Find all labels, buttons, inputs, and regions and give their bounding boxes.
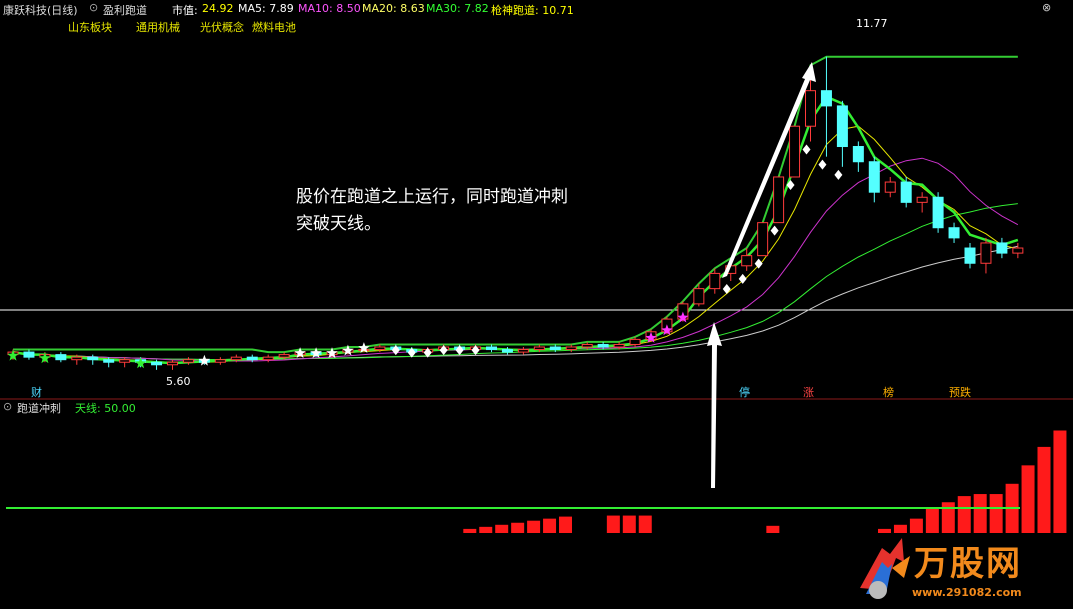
tag-item[interactable]: 光伏概念 — [200, 19, 244, 35]
sprint-bar — [543, 518, 557, 533]
low-price-label: 5.60 — [166, 375, 191, 388]
annotation-text: 股价在跑道之上运行，同时跑道冲刺 突破天线。 — [296, 184, 568, 238]
candle-body — [757, 222, 769, 257]
candle-body — [868, 161, 880, 193]
candle-body — [103, 359, 115, 363]
candle-body — [71, 356, 83, 361]
candle-body — [836, 105, 848, 148]
candle-body — [1012, 247, 1024, 254]
sprint-bar — [606, 515, 620, 533]
market-value-label: 市值: — [172, 4, 198, 17]
ma10-value: MA10: 8.50 — [298, 2, 361, 15]
close-icon[interactable]: ⊗ — [1042, 1, 1051, 14]
candle-body — [693, 288, 705, 305]
price-chart: 11.77 5.60 — [0, 0, 1073, 609]
watermark-url: www.291082.com — [912, 586, 1022, 599]
sprint-bar — [766, 525, 780, 533]
candle-body — [246, 356, 258, 361]
candle-body — [55, 354, 67, 361]
sprint-bar — [622, 515, 636, 533]
chevron-down-icon[interactable]: ⊙ — [3, 400, 12, 413]
candle-body — [996, 242, 1008, 254]
high-price-label: 11.77 — [856, 17, 888, 30]
candle-body — [613, 343, 625, 348]
sprint-bar — [463, 528, 477, 533]
candle-body — [852, 146, 864, 163]
candle-body — [932, 196, 944, 229]
candle-body — [900, 181, 912, 203]
header-bar: 康跃科技(日线) ⊙ 盈利跑道 市值: 24.92 MA5: 7.89 MA10… — [0, 0, 1073, 17]
candle-body — [374, 346, 386, 351]
sprint-bar — [479, 526, 493, 533]
candle-body — [278, 354, 290, 358]
event-marker[interactable]: 涨 — [803, 384, 814, 400]
candle-body — [533, 346, 545, 351]
candle-body — [549, 346, 561, 351]
sprint-bar — [511, 522, 525, 533]
candle-body — [581, 343, 593, 348]
sprint-bar — [1021, 465, 1035, 533]
stock-name[interactable]: 康跃科技(日线) — [3, 2, 78, 18]
candle-body — [517, 349, 529, 353]
candle-body — [151, 361, 163, 366]
annotation-line-2: 突破天线。 — [296, 214, 381, 234]
chevron-down-icon[interactable]: ⊙ — [89, 1, 98, 14]
sprint-bar — [559, 516, 572, 533]
sprint-bar — [638, 515, 652, 533]
sub-indicator-name[interactable]: 跑道冲刺 — [17, 400, 61, 416]
candle-body — [87, 356, 99, 361]
candle-body — [773, 176, 785, 224]
candle-body — [565, 346, 577, 351]
candle-body — [486, 346, 497, 351]
ma5-value: MA5: 7.89 — [238, 2, 294, 15]
candle-body — [230, 356, 242, 361]
candle-body — [820, 90, 832, 107]
market-value: 24.92 — [202, 2, 234, 15]
tianxian-value: 天线: 50.00 — [75, 402, 136, 415]
candle-body — [167, 361, 178, 366]
candle-body — [119, 359, 131, 363]
candle-body — [23, 351, 35, 358]
candle-body — [214, 359, 226, 363]
candle-body — [629, 338, 641, 345]
candle-body — [597, 343, 609, 348]
indicator-name[interactable]: 盈利跑道 — [103, 2, 147, 18]
ma20-value: MA20: 8.63 — [362, 2, 425, 15]
tag-item[interactable]: 通用机械 — [136, 19, 180, 35]
ma30-value: MA30: 7.82 — [426, 2, 489, 15]
annotation-line-1: 股价在跑道之上运行，同时跑道冲刺 — [296, 187, 568, 207]
sprint-bar — [1037, 446, 1051, 533]
candle-body — [948, 227, 960, 239]
event-marker[interactable]: 财 — [31, 384, 42, 400]
candle-body — [916, 196, 928, 203]
tag-item[interactable]: 山东板块 — [68, 19, 112, 35]
event-marker[interactable]: 停 — [739, 384, 750, 400]
tag-item[interactable]: 燃料电池 — [252, 19, 296, 35]
candle-body — [884, 181, 896, 193]
candle-body — [980, 242, 992, 264]
watermark-logo: 万股网 www.291082.com — [852, 528, 1067, 606]
event-marker[interactable]: 榜 — [883, 384, 894, 400]
candle-body — [182, 359, 194, 363]
event-marker[interactable]: 预跌 — [949, 384, 971, 400]
qsd-value: 枪神跑道: 10.71 — [491, 4, 574, 17]
candle-body — [805, 90, 816, 127]
logo-icon — [860, 538, 910, 599]
candle-body — [262, 356, 274, 361]
candle-body — [964, 247, 976, 264]
candle-body — [709, 272, 721, 290]
sprint-bar — [527, 520, 541, 533]
candle-body — [501, 349, 513, 353]
sprint-bar — [495, 524, 509, 533]
sprint-bar — [1053, 430, 1067, 533]
candle-body — [741, 255, 753, 267]
watermark-brand: 万股网 — [914, 544, 1022, 584]
candle-body — [789, 125, 801, 178]
